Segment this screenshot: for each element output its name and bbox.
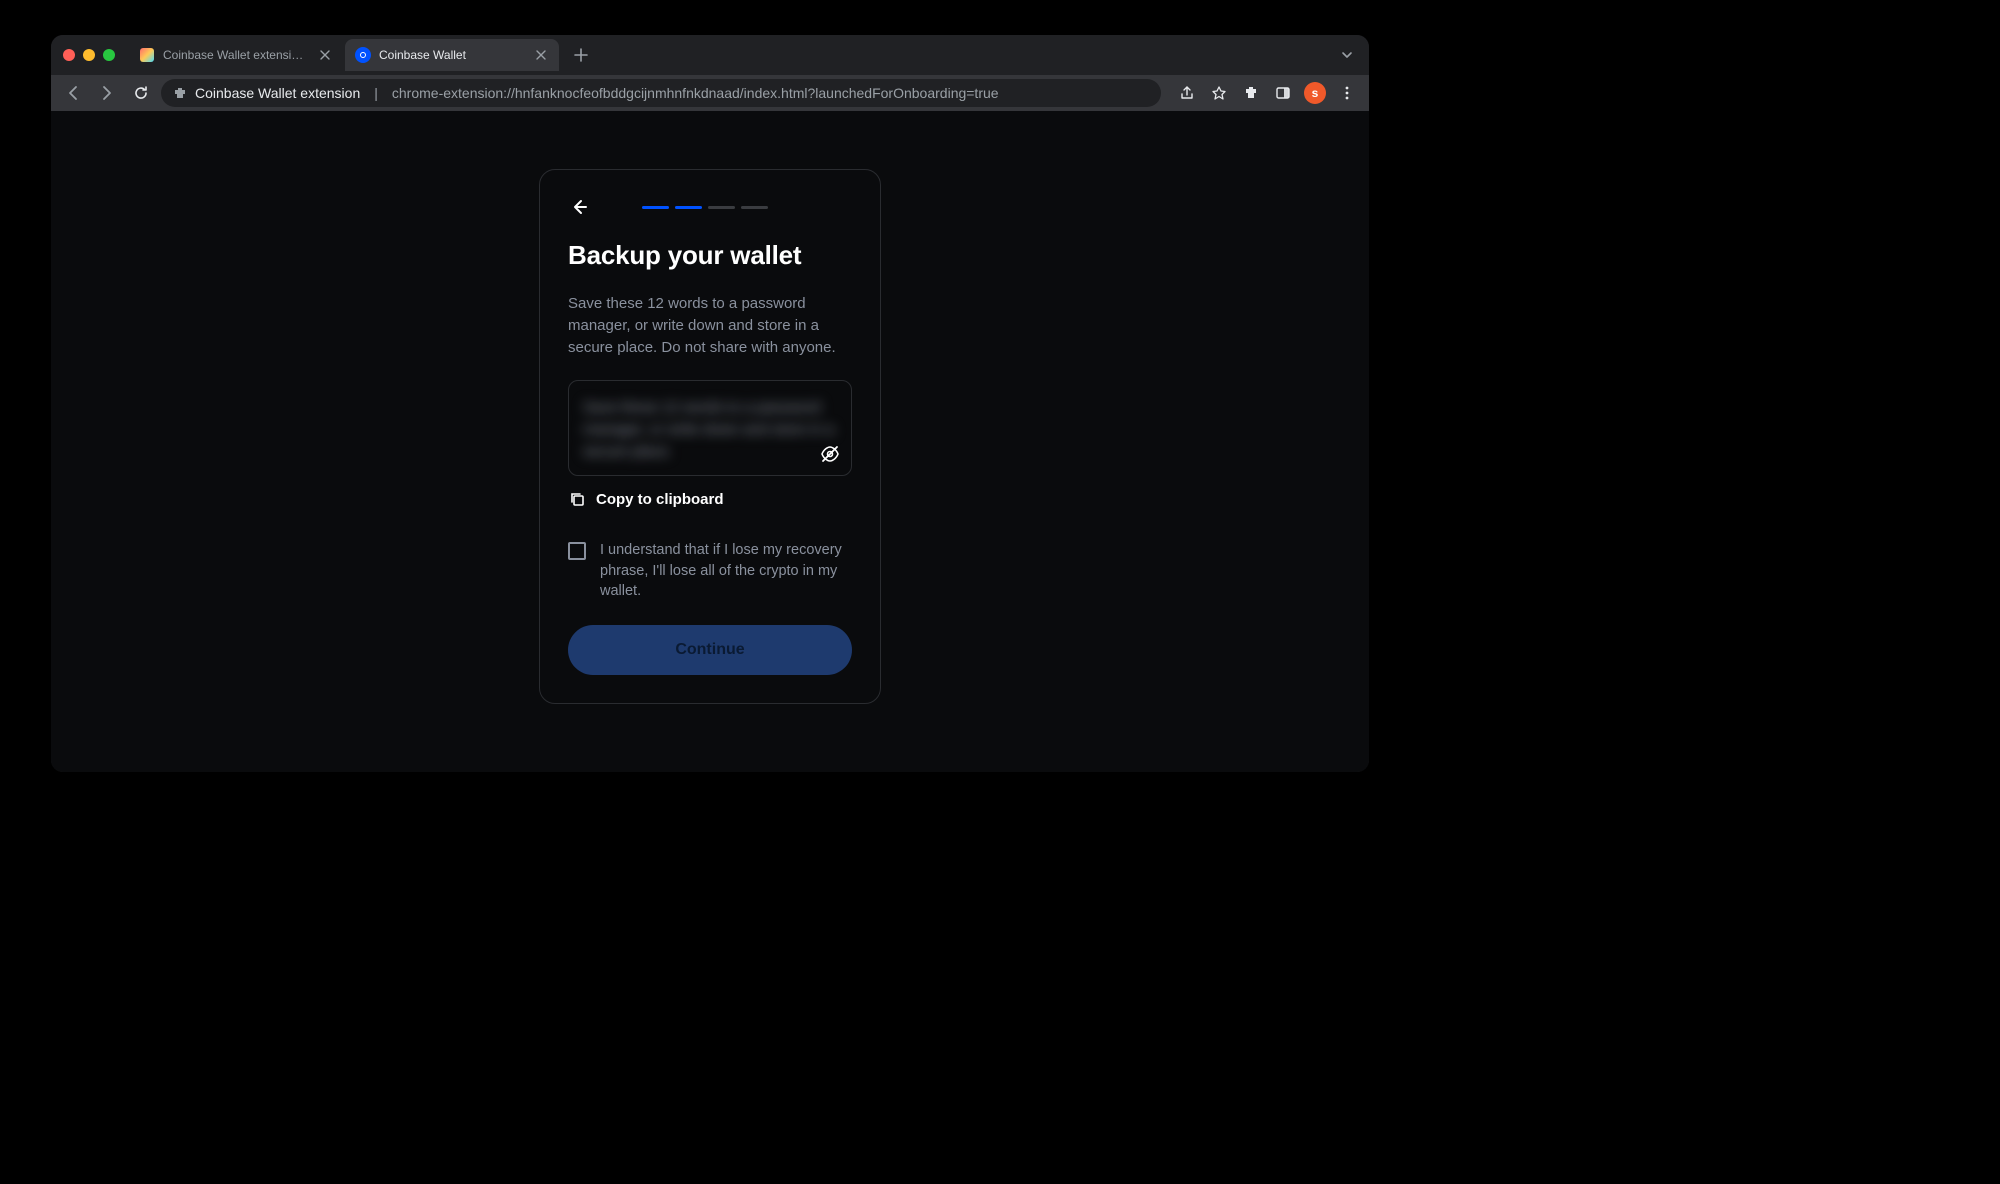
sidepanel-icon[interactable] xyxy=(1269,79,1297,107)
recovery-phrase-hidden: Save these 12 words to a password manage… xyxy=(583,397,837,462)
progress-step-1 xyxy=(642,206,669,209)
tab-bar: Coinbase Wallet extension - Ch Coinbase … xyxy=(51,35,1369,75)
forward-button[interactable] xyxy=(93,79,121,107)
close-tab-button[interactable] xyxy=(533,47,549,63)
share-icon[interactable] xyxy=(1173,79,1201,107)
back-button[interactable] xyxy=(59,79,87,107)
reveal-phrase-button[interactable] xyxy=(819,443,841,465)
tab-title: Coinbase Wallet xyxy=(379,48,525,62)
maximize-window-button[interactable] xyxy=(103,49,115,61)
window-controls xyxy=(63,49,115,61)
page-content: Backup your wallet Save these 12 words t… xyxy=(51,111,1369,772)
address-separator: | xyxy=(374,85,378,101)
progress-indicator xyxy=(642,206,768,209)
extension-icon xyxy=(173,86,187,100)
continue-button[interactable]: Continue xyxy=(568,625,852,675)
tab-coinbase-wallet[interactable]: Coinbase Wallet xyxy=(345,39,559,71)
acknowledgement-text: I understand that if I lose my recovery … xyxy=(600,540,852,601)
wallet-favicon-icon xyxy=(139,47,155,63)
new-tab-button[interactable] xyxy=(567,41,595,69)
card-header xyxy=(568,196,852,218)
menu-icon[interactable] xyxy=(1333,79,1361,107)
extensions-icon[interactable] xyxy=(1237,79,1265,107)
continue-label: Continue xyxy=(675,641,744,659)
reload-button[interactable] xyxy=(127,79,155,107)
browser-window: Coinbase Wallet extension - Ch Coinbase … xyxy=(51,35,1369,772)
toolbar-actions: s xyxy=(1173,79,1361,107)
tab-title: Coinbase Wallet extension - Ch xyxy=(163,48,309,62)
coinbase-favicon-icon xyxy=(355,47,371,63)
close-tab-button[interactable] xyxy=(317,47,333,63)
recovery-phrase-box: Save these 12 words to a password manage… xyxy=(568,380,852,476)
bookmark-icon[interactable] xyxy=(1205,79,1233,107)
acknowledgement-row: I understand that if I lose my recovery … xyxy=(568,540,852,601)
progress-step-3 xyxy=(708,206,735,209)
address-rest: chrome-extension://hnfanknocfeofbddgcijn… xyxy=(392,85,999,101)
profile-avatar[interactable]: s xyxy=(1301,79,1329,107)
toolbar: Coinbase Wallet extension | chrome-exten… xyxy=(51,75,1369,111)
minimize-window-button[interactable] xyxy=(83,49,95,61)
acknowledgement-checkbox[interactable] xyxy=(568,542,586,560)
copy-to-clipboard-button[interactable]: Copy to clipboard xyxy=(568,490,852,508)
address-main: Coinbase Wallet extension xyxy=(195,85,360,101)
copy-label: Copy to clipboard xyxy=(596,491,724,508)
backup-wallet-card: Backup your wallet Save these 12 words t… xyxy=(539,169,881,704)
back-arrow-button[interactable] xyxy=(568,196,590,218)
progress-step-2 xyxy=(675,206,702,209)
card-title: Backup your wallet xyxy=(568,240,852,271)
avatar-letter: s xyxy=(1304,82,1326,104)
close-window-button[interactable] xyxy=(63,49,75,61)
address-bar[interactable]: Coinbase Wallet extension | chrome-exten… xyxy=(161,79,1161,107)
progress-step-4 xyxy=(741,206,768,209)
tab-coinbase-extension[interactable]: Coinbase Wallet extension - Ch xyxy=(129,39,343,71)
card-description: Save these 12 words to a password manage… xyxy=(568,293,852,358)
copy-icon xyxy=(568,490,586,508)
tabs-overflow-button[interactable] xyxy=(1341,49,1353,61)
